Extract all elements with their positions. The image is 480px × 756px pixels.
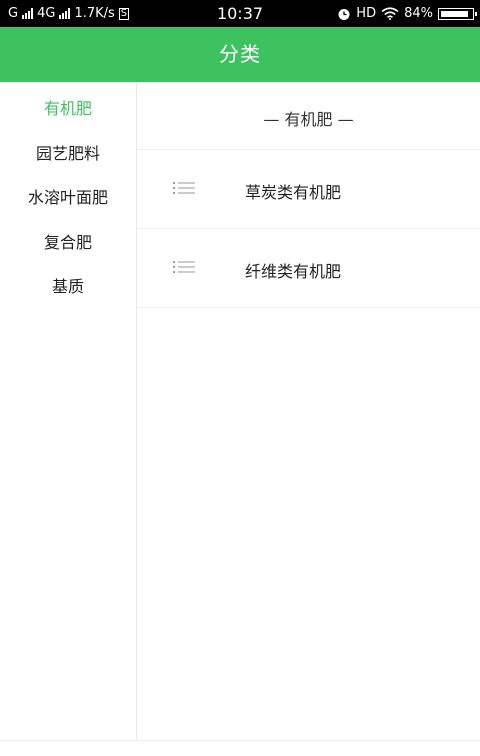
wifi-icon bbox=[381, 7, 399, 20]
hd-label: HD bbox=[356, 6, 377, 21]
status-bar: G 4G 1.7K/s S 10:37 HD 84% bbox=[0, 0, 480, 27]
list-icon bbox=[173, 182, 195, 194]
battery-percent: 84% bbox=[404, 6, 433, 21]
category-sidebar: 有机肥 园艺肥料 水溶叶面肥 复合肥 基质 bbox=[0, 82, 137, 740]
sidebar-item-water-soluble[interactable]: 水溶叶面肥 bbox=[0, 184, 136, 208]
list-item[interactable]: 草炭类有机肥 bbox=[137, 150, 480, 228]
sidebar-item-horticulture[interactable]: 园艺肥料 bbox=[0, 140, 136, 164]
sidebar-item-compound[interactable]: 复合肥 bbox=[0, 229, 136, 253]
bottom-nav-edge bbox=[0, 740, 480, 756]
battery-icon bbox=[438, 7, 477, 20]
sidebar-item-substrate[interactable]: 基质 bbox=[0, 273, 136, 297]
sidebar-item-organic[interactable]: 有机肥 bbox=[0, 95, 136, 119]
section-title: — 有机肥 — bbox=[263, 110, 354, 129]
list-icon bbox=[173, 261, 195, 273]
subcategory-panel: — 有机肥 — 草炭类有机肥 纤维类有机肥 bbox=[137, 82, 480, 740]
page-title: 分类 bbox=[0, 27, 480, 82]
list-item-label: 草炭类有机肥 bbox=[245, 183, 342, 202]
status-right: HD 84% bbox=[337, 6, 477, 21]
divider bbox=[137, 307, 480, 308]
list-item-label: 纤维类有机肥 bbox=[245, 262, 342, 281]
alarm-icon bbox=[338, 8, 350, 20]
list-item[interactable]: 纤维类有机肥 bbox=[137, 229, 480, 307]
